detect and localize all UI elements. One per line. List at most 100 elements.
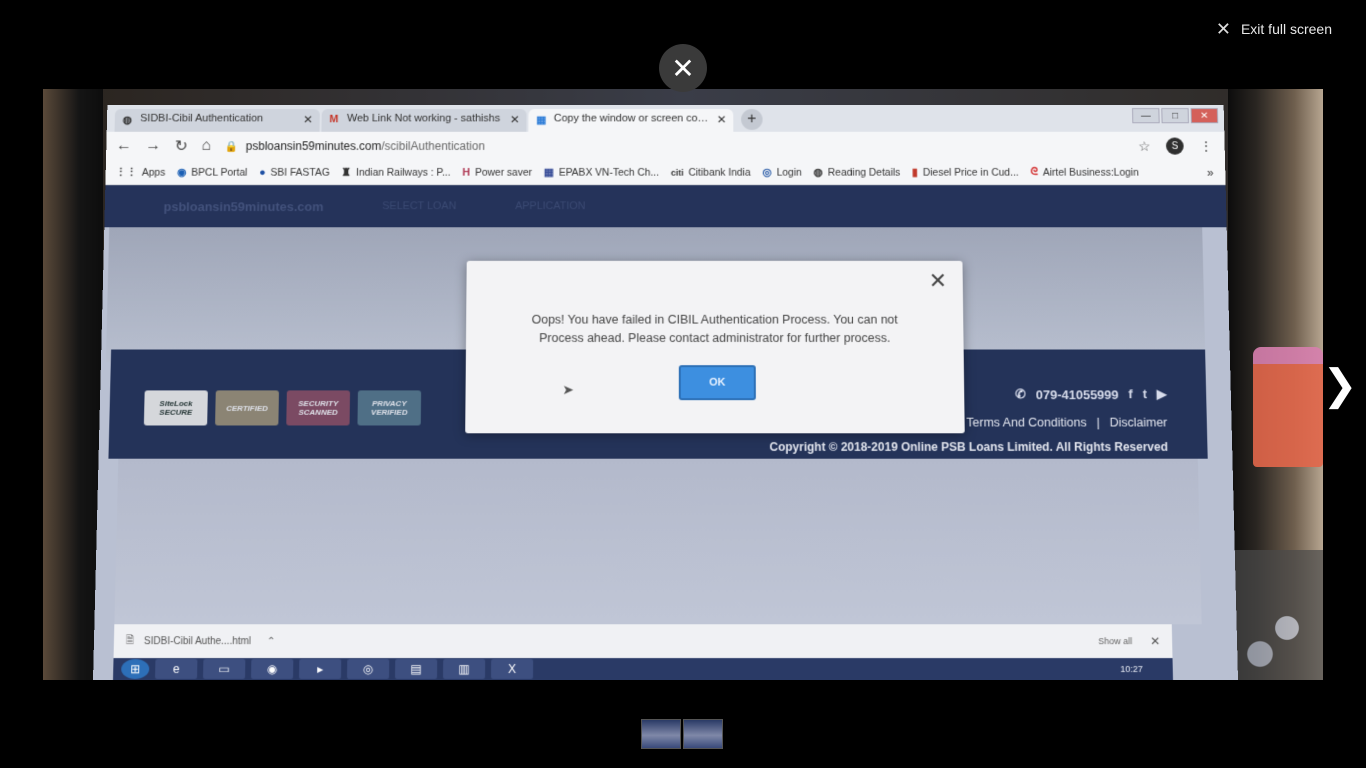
url-host: psbloansin59minutes.com: [245, 139, 382, 153]
firefox-taskbar-icon[interactable]: ◉: [251, 659, 294, 680]
close-download-bar-icon[interactable]: ✕: [1150, 634, 1160, 648]
show-all-button[interactable]: Show all: [1098, 636, 1132, 646]
bookmark-label: Reading Details: [827, 166, 901, 179]
site-logo[interactable]: psbloansin59minutes.com: [163, 199, 323, 213]
new-tab-button[interactable]: +: [741, 109, 763, 130]
security-scanned-badge[interactable]: SECURITY SCANNED: [286, 390, 351, 426]
close-window-button[interactable]: ✕: [1190, 108, 1219, 124]
ok-button[interactable]: OK: [678, 365, 756, 401]
youtube-icon[interactable]: ▶: [1157, 387, 1167, 403]
fuel-icon: ▮: [911, 167, 919, 179]
profile-avatar[interactable]: S: [1165, 137, 1184, 155]
toolbar-right: ☆ S ⋮: [1138, 137, 1225, 155]
page-lower-area: [114, 458, 1202, 625]
gmail-icon: M: [329, 113, 339, 126]
bookmark-power-saver[interactable]: H Power saver: [462, 167, 532, 178]
bpcl-icon: ◉: [176, 167, 187, 179]
exit-fullscreen-label: Exit full screen: [1240, 21, 1332, 37]
terms-link[interactable]: Terms And Conditions: [966, 416, 1086, 430]
taskbar-clock: 10:27: [1120, 664, 1143, 675]
facebook-icon[interactable]: f: [1128, 387, 1133, 403]
folder-taskbar-icon[interactable]: ▤: [395, 659, 438, 680]
next-image-button[interactable]: ❯: [1322, 360, 1358, 408]
thumbnail[interactable]: [683, 719, 723, 749]
close-tab-icon[interactable]: ✕: [303, 113, 313, 126]
chevron-up-icon[interactable]: ⌃: [267, 636, 276, 647]
close-viewer-button[interactable]: ✕: [659, 44, 707, 92]
nav-select-loan[interactable]: SELECT LOAN: [382, 200, 456, 211]
bookmark-label: Power saver: [474, 166, 533, 179]
maximize-button[interactable]: □: [1161, 108, 1189, 124]
bookmark-airtel[interactable]: ᘓ Airtel Business:Login: [1030, 166, 1139, 178]
photo: ◍ SIDBI-Cibil Authentication ✕ M Web Lin…: [43, 89, 1323, 680]
copyright-text: Copyright © 2018-2019 Online PSB Loans L…: [769, 440, 1168, 454]
bookmark-diesel[interactable]: ▮ Diesel Price in Cud...: [911, 166, 1019, 179]
citi-icon: citi: [670, 167, 684, 178]
twitter-icon[interactable]: t: [1142, 387, 1147, 403]
bookmark-label: Login: [776, 166, 802, 179]
tab-title: SIDBI-Cibil Authentication: [140, 112, 264, 125]
chevron-right-icon: ❯: [1322, 360, 1358, 408]
sbi-icon: ●: [259, 166, 266, 179]
media-taskbar-icon[interactable]: ▸: [299, 659, 342, 680]
download-bar: 🗎 SIDBI-Cibil Authe....html ⌃ Show all ✕: [113, 624, 1173, 659]
disclaimer-link[interactable]: Disclaimer: [1109, 416, 1167, 430]
bookmark-reading[interactable]: ◍ Reading Details: [813, 166, 901, 179]
bookmark-label: Apps: [141, 166, 166, 179]
social-links: f t ▶: [1128, 387, 1167, 403]
dialog-close-icon[interactable]: ✕: [929, 269, 947, 294]
monitor-screen: ◍ SIDBI-Cibil Authentication ✕ M Web Lin…: [93, 105, 1238, 680]
reload-icon[interactable]: ↻: [175, 137, 189, 156]
bookmark-login[interactable]: ◎ Login: [762, 166, 802, 179]
close-tab-icon[interactable]: ✕: [510, 113, 520, 126]
bookmark-railways[interactable]: ♜ Indian Railways : P...: [341, 166, 451, 179]
bookmark-sbi[interactable]: ● SBI FASTAG: [259, 167, 330, 178]
footer-contact: ✆ 079-41055999 f t ▶: [1015, 387, 1167, 403]
bookmark-apps[interactable]: ⋮⋮ Apps: [115, 166, 166, 179]
privacy-verified-badge[interactable]: PRIVACY VERIFIED: [357, 390, 422, 426]
bookmark-epabx[interactable]: ▦ EPABX VN-Tech Ch...: [543, 166, 660, 179]
certified-badge[interactable]: CERTIFIED: [215, 390, 279, 426]
exit-fullscreen-button[interactable]: ✕ Exit full screen: [1216, 20, 1332, 38]
back-icon[interactable]: ←: [116, 138, 132, 155]
star-icon[interactable]: ☆: [1138, 138, 1151, 154]
bookmark-bpcl[interactable]: ◉ BPCL Portal: [176, 166, 248, 179]
app-taskbar-icon[interactable]: ▥: [443, 659, 486, 680]
ie-taskbar-icon[interactable]: e: [155, 659, 198, 680]
background-flowers: [1233, 550, 1323, 680]
bookmark-label: Diesel Price in Cud...: [922, 166, 1019, 179]
grid-icon: ▦: [543, 167, 554, 179]
download-filename[interactable]: SIDBI-Cibil Authe....html: [144, 636, 251, 647]
bookmark-citibank[interactable]: citi Citibank India: [671, 167, 751, 178]
home-icon[interactable]: ⌂: [201, 138, 211, 155]
forward-icon[interactable]: →: [145, 138, 161, 155]
phone-number: 079-41055999: [1035, 387, 1119, 402]
close-icon: ✕: [1215, 19, 1231, 39]
minimize-button[interactable]: —: [1132, 108, 1160, 124]
image-viewer: ✕ Exit full screen ✕ ◍ SIDBI-Cibil Authe…: [0, 0, 1366, 768]
thumbnail-strip: [641, 719, 723, 749]
bookmarks-overflow-icon[interactable]: »: [1207, 166, 1226, 179]
address-bar[interactable]: 🔒 psbloansin59minutes.com/scibilAuthenti…: [224, 136, 1124, 157]
menu-kebab-icon[interactable]: ⋮: [1199, 138, 1213, 154]
chrome-taskbar-icon[interactable]: ◎: [347, 659, 390, 680]
browser-tab-active[interactable]: ▦ Copy the window or screen conte ✕: [528, 109, 734, 132]
excel-taskbar-icon[interactable]: X: [491, 659, 534, 680]
bookmark-label: Indian Railways : P...: [355, 166, 451, 179]
lock-icon: 🔒: [224, 140, 239, 153]
globe-icon: ◍: [813, 167, 823, 179]
close-tab-icon[interactable]: ✕: [717, 113, 727, 126]
browser-tab-bar: ◍ SIDBI-Cibil Authentication ✕ M Web Lin…: [106, 105, 1225, 132]
dialog-message: Oops! You have failed in CIBIL Authentic…: [531, 312, 898, 345]
thumbnail[interactable]: [641, 719, 681, 749]
bookmark-label: EPABX VN-Tech Ch...: [558, 166, 660, 179]
nav-application[interactable]: APPLICATION: [515, 200, 586, 211]
explorer-taskbar-icon[interactable]: ▭: [203, 659, 246, 680]
windows-taskbar: ⊞ e ▭ ◉ ▸ ◎ ▤ ▥ X 10:27: [113, 658, 1173, 680]
browser-tab[interactable]: M Web Link Not working - sathishs ✕: [321, 109, 527, 132]
sitelock-badge[interactable]: SiteLock SECURE: [143, 390, 208, 426]
start-button[interactable]: ⊞: [121, 659, 150, 680]
browser-tab[interactable]: ◍ SIDBI-Cibil Authentication ✕: [114, 109, 320, 132]
monitor-bezel-right: [1228, 89, 1323, 680]
close-icon: ✕: [671, 52, 695, 84]
